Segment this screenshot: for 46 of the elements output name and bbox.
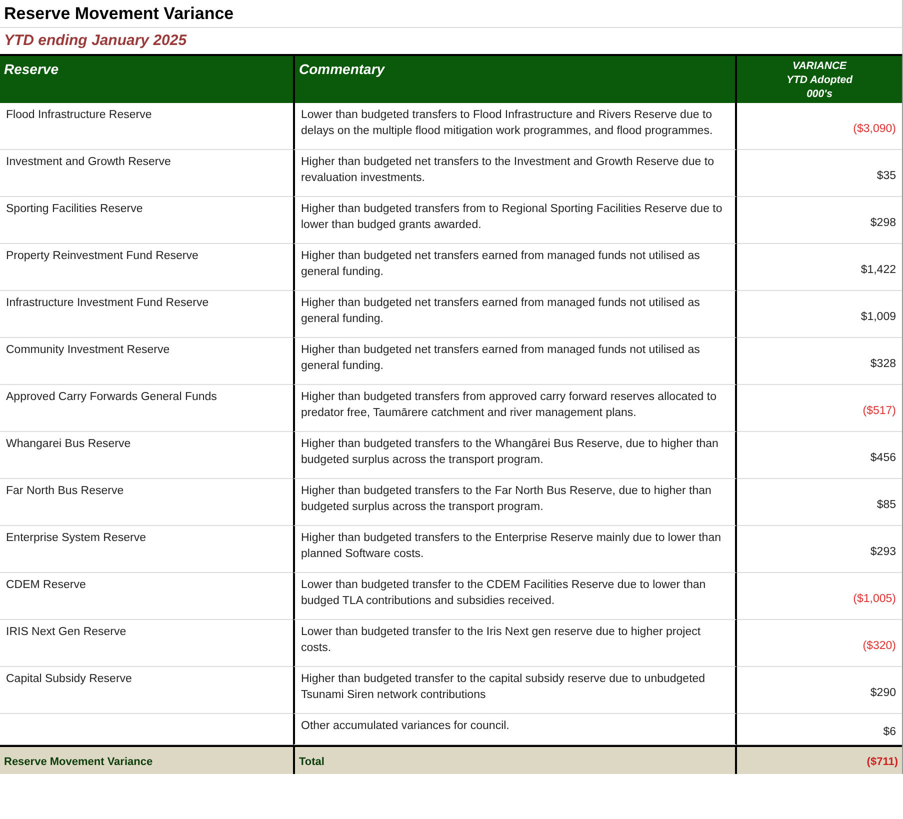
total-label: Total bbox=[293, 745, 737, 774]
variance-cell: $293 bbox=[737, 526, 902, 573]
variance-cell: $298 bbox=[737, 197, 902, 244]
variance-cell: $35 bbox=[737, 150, 902, 197]
commentary-cell: Higher than budgeted net transfers earned from managed funds not utilised as general funding. bbox=[293, 338, 737, 385]
commentary-cell: Higher than budgeted transfer to the capital subsidy reserve due to unbudgeted Tsunami Siren network contributions bbox=[293, 667, 737, 714]
reserve-cell: Investment and Growth Reserve bbox=[0, 150, 293, 197]
variance-cell: $85 bbox=[737, 479, 902, 526]
variance-cell: ($1,005) bbox=[737, 573, 902, 620]
commentary-cell: Lower than budgeted transfer to the CDEM Facilities Reserve due to lower than budged TLA contributions and subsidies received. bbox=[293, 573, 737, 620]
column-header: Commentary bbox=[293, 54, 737, 103]
reserve-cell: Capital Subsidy Reserve bbox=[0, 667, 293, 714]
variance-cell: $290 bbox=[737, 667, 902, 714]
reserve-cell: Far North Bus Reserve bbox=[0, 479, 293, 526]
variance-cell: $1,009 bbox=[737, 291, 902, 338]
commentary-cell: Higher than budgeted net transfers earned from managed funds not utilised as general funding. bbox=[293, 244, 737, 291]
variance-cell: ($517) bbox=[737, 385, 902, 432]
total-value: ($711) bbox=[737, 745, 902, 774]
commentary-cell: Higher than budgeted transfers to the Far North Bus Reserve, due to higher than budgeted surplus across the transport program. bbox=[293, 479, 737, 526]
reserve-cell: Whangarei Bus Reserve bbox=[0, 432, 293, 479]
reserve-cell: Infrastructure Investment Fund Reserve bbox=[0, 291, 293, 338]
report-title: Reserve Movement Variance bbox=[0, 0, 903, 28]
reserve-cell: Property Reinvestment Fund Reserve bbox=[0, 244, 293, 291]
reserve-cell: Community Investment Reserve bbox=[0, 338, 293, 385]
variance-cell: $328 bbox=[737, 338, 902, 385]
reserve-cell: IRIS Next Gen Reserve bbox=[0, 620, 293, 667]
column-header: Reserve bbox=[0, 54, 293, 103]
reserve-cell: Enterprise System Reserve bbox=[0, 526, 293, 573]
commentary-cell: Lower than budgeted transfers to Flood Infrastructure and Rivers Reserve due to delays on the multiple flood mitigation work programmes, and flood programmes. bbox=[293, 103, 737, 150]
total-label: Reserve Movement Variance bbox=[0, 745, 293, 774]
variance-cell: ($3,090) bbox=[737, 103, 902, 150]
commentary-cell: Higher than budgeted transfers from approved carry forward reserves allocated to predator free, Taumārere catchment and river management plans. bbox=[293, 385, 737, 432]
commentary-cell: Higher than budgeted transfers to the Enterprise Reserve mainly due to lower than planned Software costs. bbox=[293, 526, 737, 573]
variance-cell: $456 bbox=[737, 432, 902, 479]
variance-cell: ($320) bbox=[737, 620, 902, 667]
reserve-cell: CDEM Reserve bbox=[0, 573, 293, 620]
commentary-cell: Higher than budgeted net transfers earned from managed funds not utilised as general funding. bbox=[293, 291, 737, 338]
commentary-cell: Higher than budgeted transfers from to Regional Sporting Facilities Reserve due to lower than budged grants awarded. bbox=[293, 197, 737, 244]
variance-cell: $1,422 bbox=[737, 244, 902, 291]
commentary-cell: Higher than budgeted transfers to the Whangārei Bus Reserve, due to higher than budgeted surplus across the transport program. bbox=[293, 432, 737, 479]
reserve-cell: Approved Carry Forwards General Funds bbox=[0, 385, 293, 432]
reserve-cell: Flood Infrastructure Reserve bbox=[0, 103, 293, 150]
column-header: VARIANCE YTD Adopted 000's bbox=[737, 54, 902, 103]
commentary-cell: Lower than budgeted transfer to the Iris Next gen reserve due to higher project costs. bbox=[293, 620, 737, 667]
reserve-cell: Sporting Facilities Reserve bbox=[0, 197, 293, 244]
commentary-cell: Higher than budgeted net transfers to the Investment and Growth Reserve due to revaluation investments. bbox=[293, 150, 737, 197]
